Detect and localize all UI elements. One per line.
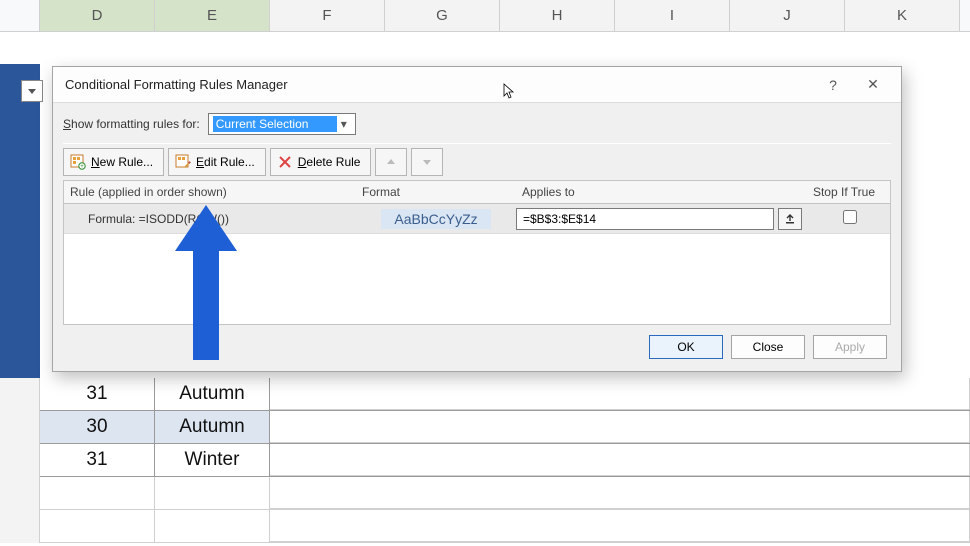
move-down-button[interactable] (411, 148, 443, 176)
close-icon[interactable]: ✕ (853, 68, 893, 102)
rule-row[interactable]: Formula: =ISODD(ROW()) AaBbCcYyZz (64, 204, 890, 234)
edit-rule-icon (175, 154, 191, 170)
new-rule-button[interactable]: + New Rule... (63, 148, 164, 176)
col-header-K[interactable]: K (845, 0, 960, 31)
cell-value[interactable]: Winter (155, 444, 270, 476)
dialog-title-bar[interactable]: Conditional Formatting Rules Manager ? ✕ (53, 67, 901, 103)
help-button[interactable]: ? (813, 68, 853, 102)
show-rules-value: Current Selection (213, 116, 337, 132)
column-header-row: D E F G H I J K (0, 0, 970, 32)
col-header-F[interactable]: F (270, 0, 385, 31)
show-rules-select[interactable]: Current Selection ▾ (208, 113, 356, 135)
delete-rule-button[interactable]: Delete Rule (270, 148, 372, 176)
header-rule: Rule (applied in order shown) (70, 185, 362, 199)
close-button[interactable]: Close (731, 335, 805, 359)
dialog-title: Conditional Formatting Rules Manager (65, 77, 813, 92)
rule-format-preview: AaBbCcYyZz (356, 209, 516, 229)
col-header-G[interactable]: G (385, 0, 500, 31)
col-header-H[interactable]: H (500, 0, 615, 31)
svg-text:+: + (80, 164, 84, 170)
filter-dropdown-icon[interactable] (21, 80, 43, 102)
cell-value[interactable]: 31 (40, 378, 155, 410)
collapse-dialog-icon[interactable] (778, 208, 802, 230)
conditional-formatting-dialog: Conditional Formatting Rules Manager ? ✕… (52, 66, 902, 372)
stop-if-true-checkbox[interactable] (843, 210, 857, 224)
cell-value[interactable]: Autumn (155, 378, 270, 410)
chevron-down-icon: ▾ (337, 117, 351, 131)
table-row[interactable]: 30 Autumn (0, 411, 970, 444)
col-header-E[interactable]: E (155, 0, 270, 31)
cell-value[interactable]: Autumn (155, 411, 270, 443)
cell-value[interactable]: 30 (40, 411, 155, 443)
rule-list-header: Rule (applied in order shown) Format App… (63, 180, 891, 203)
move-up-button[interactable] (375, 148, 407, 176)
show-rules-label: Show formatting rules for: (63, 117, 200, 131)
cell-value[interactable]: 31 (40, 444, 155, 476)
applies-to-input[interactable] (516, 208, 774, 230)
apply-button[interactable]: Apply (813, 335, 887, 359)
header-applies-to: Applies to (522, 185, 804, 199)
visible-data-rows: 31 Autumn 30 Autumn 31 Winter (0, 378, 970, 543)
mouse-cursor-icon (503, 83, 515, 99)
col-header-J[interactable]: J (730, 0, 845, 31)
rule-description: Formula: =ISODD(ROW()) (64, 212, 356, 226)
table-row[interactable] (0, 510, 970, 543)
new-rule-icon: + (70, 154, 86, 170)
header-stop-if-true: Stop If True (804, 185, 884, 199)
table-row[interactable] (0, 477, 970, 510)
rules-toolbar: + New Rule... Edit Rule... Delete Rule (63, 143, 891, 180)
col-header-D[interactable]: D (40, 0, 155, 31)
ok-button[interactable]: OK (649, 335, 723, 359)
table-row[interactable]: 31 Autumn (0, 378, 970, 411)
dialog-button-row: OK Close Apply (63, 325, 891, 361)
rule-list[interactable]: Formula: =ISODD(ROW()) AaBbCcYyZz (63, 203, 891, 325)
edit-rule-button[interactable]: Edit Rule... (168, 148, 266, 176)
header-format: Format (362, 185, 522, 199)
select-all-corner[interactable] (0, 0, 40, 31)
table-row[interactable]: 31 Winter (0, 444, 970, 477)
delete-rule-icon (277, 154, 293, 170)
row-header-selection (0, 64, 40, 382)
col-header-I[interactable]: I (615, 0, 730, 31)
